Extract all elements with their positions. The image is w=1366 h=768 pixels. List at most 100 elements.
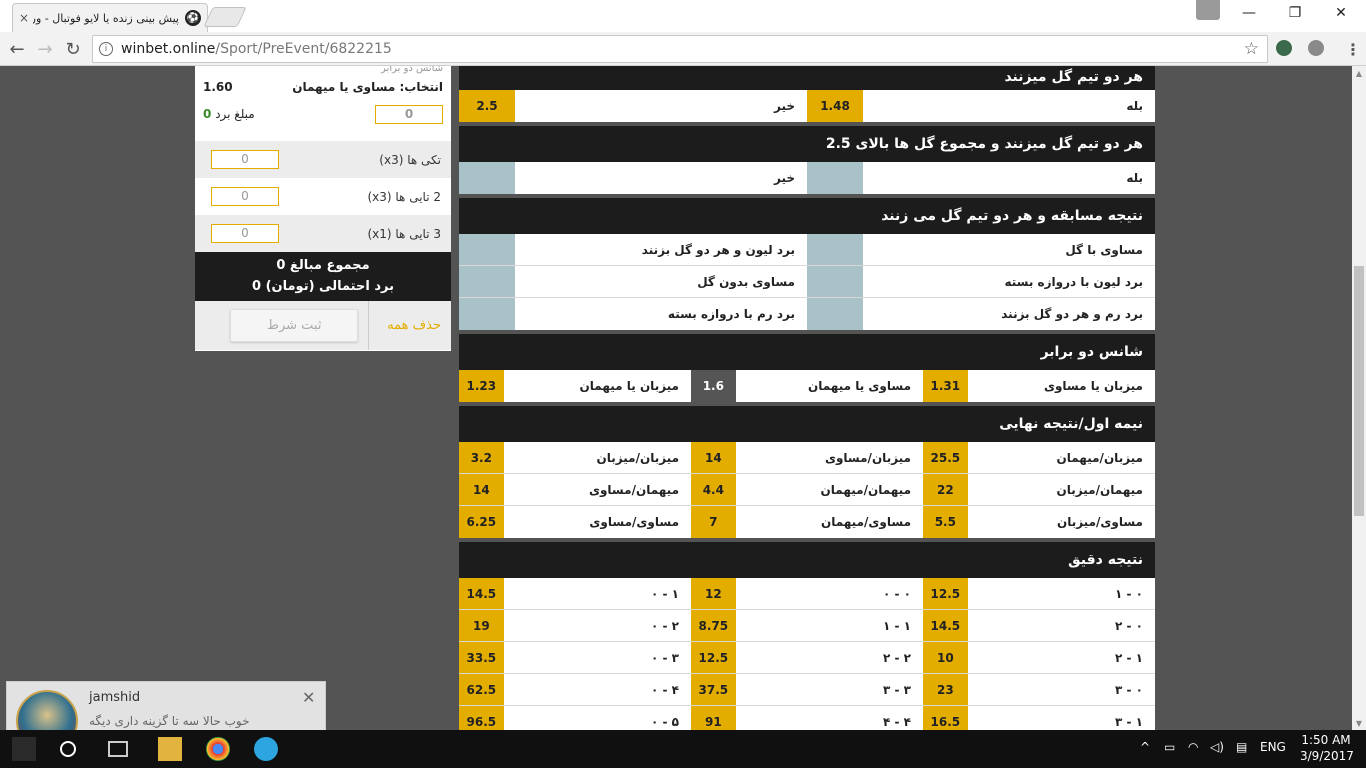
- address-bar[interactable]: i winbet.online/Sport/PreEvent/6822215 ☆: [92, 35, 1268, 63]
- multi-row-trebles: 3 تایی ها (x1) 0: [195, 215, 451, 252]
- bookmark-star-icon[interactable]: ☆: [1244, 39, 1259, 59]
- odd-button[interactable]: [807, 298, 863, 330]
- odd-button[interactable]: 14.5: [459, 578, 504, 609]
- page-scrollbar[interactable]: ▲ ▼: [1352, 66, 1366, 730]
- notification-close-icon[interactable]: ✕: [302, 688, 315, 707]
- odd-button[interactable]: [459, 298, 515, 330]
- odd-button[interactable]: 37.5: [691, 674, 736, 705]
- action-center-icon[interactable]: ▤: [1236, 740, 1247, 754]
- browser-tab[interactable]: ⚽ پیش بینی زنده یا لایو فوتبال - ور ×: [12, 3, 208, 32]
- market-row: ۰ - ۱ 12.5 ۰ - ۰ 12 ۱ - ۰ 14.5: [459, 578, 1155, 610]
- odd-button[interactable]: 14: [459, 474, 504, 505]
- odd-button[interactable]: 62.5: [459, 674, 504, 705]
- new-tab-button[interactable]: [203, 7, 247, 27]
- odd-button[interactable]: [459, 234, 515, 265]
- odd-button[interactable]: 14.5: [923, 610, 968, 641]
- odd-button[interactable]: 5.5: [923, 506, 968, 538]
- odd-button[interactable]: 6.25: [459, 506, 504, 538]
- bet-slip: شانس دو برابر انتخاب: مساوی یا میهمان 1.…: [195, 66, 451, 351]
- clock[interactable]: 1:50 AM 3/9/2017: [1300, 732, 1354, 764]
- odd-button[interactable]: 22: [923, 474, 968, 505]
- extension-icon[interactable]: [1308, 40, 1324, 56]
- search-icon[interactable]: [60, 741, 76, 757]
- selection-label: مساوی/مساوی: [503, 506, 691, 538]
- info-icon[interactable]: i: [99, 42, 113, 56]
- odd-button[interactable]: 1.31: [923, 370, 968, 402]
- selection-label: ۴ - ۰: [503, 674, 691, 705]
- back-button[interactable]: ←: [6, 38, 28, 60]
- tray-up-icon[interactable]: ^: [1140, 740, 1150, 754]
- selection-label: ۱ - ۱: [735, 610, 923, 641]
- notification-message: خوب حالا سه تا گزینه داری دیگه: [89, 714, 250, 728]
- selection-label: بله: [863, 90, 1155, 122]
- wifi-icon[interactable]: ◠: [1188, 740, 1198, 754]
- scroll-up-icon[interactable]: ▲: [1352, 66, 1366, 80]
- market-row: میزبان/میهمان 25.5 میزبان/مساوی 14 میزبان/می…: [459, 442, 1155, 474]
- odd-button[interactable]: 96.5: [459, 706, 504, 730]
- reload-button[interactable]: ↻: [62, 38, 84, 60]
- multi-row-doubles: 2 تایی ها (x3) 0: [195, 178, 451, 215]
- odd-button[interactable]: 33.5: [459, 642, 504, 673]
- volume-icon[interactable]: ◁): [1210, 740, 1224, 754]
- multi-stake-input[interactable]: 0: [211, 150, 279, 169]
- odd-button[interactable]: 14: [691, 442, 736, 473]
- extension-globe-icon[interactable]: [1276, 40, 1292, 56]
- odd-button[interactable]: 1.23: [459, 370, 504, 402]
- odd-button[interactable]: [459, 266, 515, 297]
- restore-button[interactable]: ❐: [1272, 0, 1318, 26]
- odd-button[interactable]: 3.2: [459, 442, 504, 473]
- odd-button[interactable]: 12: [691, 578, 736, 609]
- odd-button[interactable]: 4.4: [691, 474, 736, 505]
- market-title: هر دو تیم گل میزنند: [459, 66, 1155, 90]
- odd-button[interactable]: [459, 162, 515, 194]
- odd-button[interactable]: 91: [691, 706, 736, 730]
- odd-button[interactable]: 2.5: [459, 90, 515, 122]
- browser-menu-icon[interactable]: ⋮: [1345, 40, 1361, 59]
- chrome-icon[interactable]: [206, 737, 230, 761]
- profile-icon[interactable]: [1196, 0, 1220, 20]
- url-path: /Sport/PreEvent/6822215: [215, 41, 392, 57]
- close-window-button[interactable]: ✕: [1318, 0, 1364, 26]
- odd-button[interactable]: 10: [923, 642, 968, 673]
- battery-icon[interactable]: ▭: [1164, 740, 1175, 754]
- odd-button[interactable]: [807, 266, 863, 297]
- minimize-button[interactable]: —: [1226, 0, 1272, 26]
- odd-button[interactable]: 1.48: [807, 90, 863, 122]
- odd-button[interactable]: [807, 162, 863, 194]
- start-icon[interactable]: [12, 737, 36, 761]
- selection-label: مساوی بدون گل: [515, 266, 807, 297]
- selection-label: میهمان/میهمان: [735, 474, 923, 505]
- markets-list: هر دو تیم گل میزنند بله 1.48 خیر 2.5 هر دو تی…: [459, 66, 1155, 730]
- odd-button[interactable]: 16.5: [923, 706, 968, 730]
- market-row: بله 1.48 خیر 2.5: [459, 90, 1155, 122]
- tab-close-icon[interactable]: ×: [19, 11, 29, 25]
- multi-stake-input[interactable]: 0: [211, 224, 279, 243]
- selection-label: ۲ - ۰: [503, 610, 691, 641]
- odd-button[interactable]: 19: [459, 610, 504, 641]
- odd-button[interactable]: 7: [691, 506, 736, 538]
- odd-button[interactable]: 25.5: [923, 442, 968, 473]
- scroll-down-icon[interactable]: ▼: [1352, 716, 1366, 730]
- market-row: ۰ - ۳ 23 ۳ - ۳ 37.5 ۴ - ۰ 62.5: [459, 674, 1155, 706]
- submit-bet-button[interactable]: ثبت شرط: [230, 309, 359, 342]
- odd-button[interactable]: 23: [923, 674, 968, 705]
- task-view-icon[interactable]: [108, 741, 128, 757]
- delete-all-button[interactable]: حذف همه: [387, 318, 441, 333]
- odd-button[interactable]: 1.6: [691, 370, 736, 402]
- scroll-thumb[interactable]: [1354, 266, 1364, 516]
- odd-button[interactable]: 12.5: [691, 642, 736, 673]
- selection-label: میزبان/میهمان: [967, 442, 1155, 473]
- odd-button[interactable]: 8.75: [691, 610, 736, 641]
- language-indicator[interactable]: ENG: [1260, 740, 1286, 754]
- forward-button[interactable]: →: [34, 38, 56, 60]
- telegram-icon[interactable]: [254, 737, 278, 761]
- odd-button[interactable]: 12.5: [923, 578, 968, 609]
- win-amount-label: مبلغ برد: [215, 107, 255, 121]
- selection-label: ۱ - ۰: [503, 578, 691, 609]
- multi-stake-input[interactable]: 0: [211, 187, 279, 206]
- file-explorer-icon[interactable]: [158, 737, 182, 761]
- market-title: شانس دو برابر: [459, 334, 1155, 370]
- stake-input[interactable]: 0: [375, 104, 443, 124]
- selection-label: میهمان/میزبان: [967, 474, 1155, 505]
- odd-button[interactable]: [807, 234, 863, 265]
